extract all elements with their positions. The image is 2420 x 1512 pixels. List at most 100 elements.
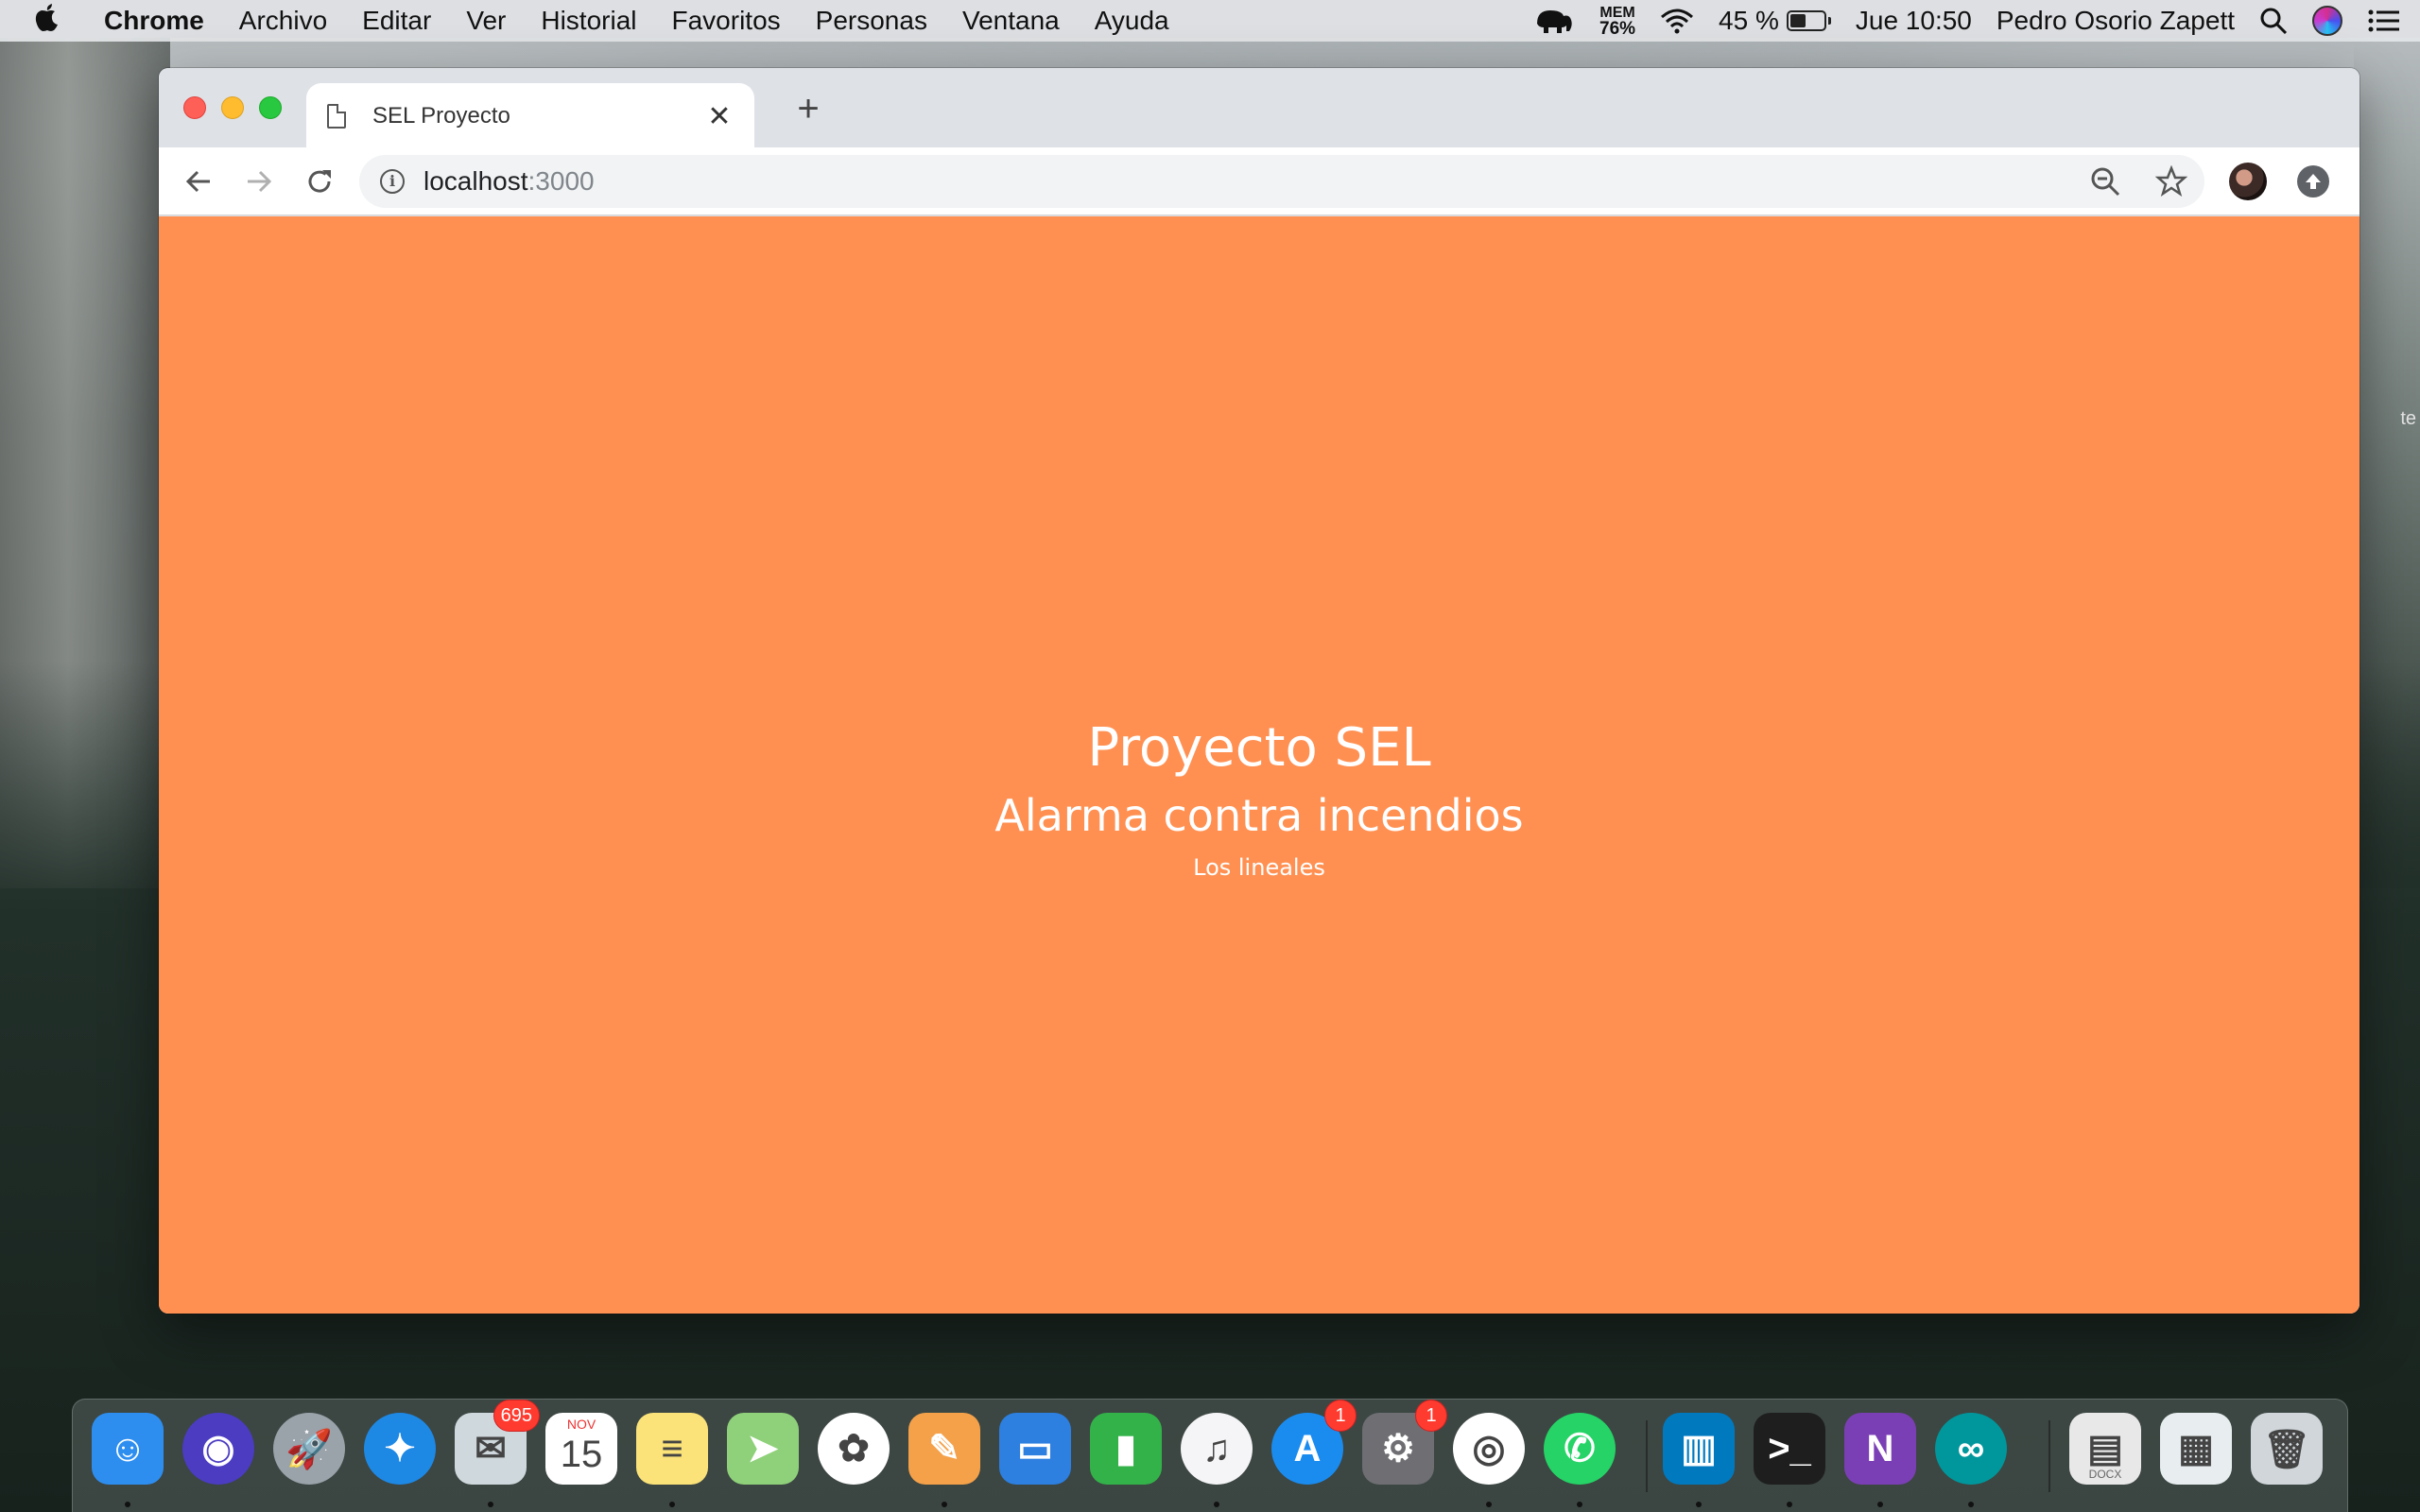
dock-app-calendar[interactable]: 15 NOV	[545, 1413, 617, 1485]
dock-app-siri[interactable]: ◉	[182, 1413, 254, 1485]
dock-app-maps[interactable]: ➤	[727, 1413, 799, 1485]
battery-indicator[interactable]: 45 %	[1719, 6, 1831, 36]
menu-historial[interactable]: Historial	[541, 6, 636, 36]
arduino-icon: ∞	[1957, 1427, 1985, 1469]
fullscreen-window-button[interactable]	[259, 96, 282, 119]
minimize-window-button[interactable]	[221, 96, 244, 119]
arduino-sketch-icon: ▦	[2178, 1428, 2214, 1469]
page-title: Proyecto SEL	[1087, 717, 1431, 779]
photos-icon: ✿	[838, 1428, 870, 1469]
user-name[interactable]: Pedro Osorio Zapett	[1996, 6, 2235, 36]
site-info-icon[interactable]: i	[380, 168, 405, 194]
reload-button[interactable]	[299, 161, 340, 202]
page-subtitle: Alarma contra incendios	[994, 790, 1524, 841]
tab-title: SEL Proyecto	[372, 103, 510, 129]
elephant-icon[interactable]	[1533, 7, 1575, 35]
calendar-month-label: NOV	[566, 1417, 596, 1432]
clock[interactable]: Jue 10:50	[1856, 6, 1972, 36]
running-indicator	[125, 1502, 130, 1507]
tab-sel-proyecto[interactable]: SEL Proyecto ✕	[306, 83, 754, 149]
dock-app-notes[interactable]: ≡	[636, 1413, 708, 1485]
trello-icon: ▥	[1681, 1428, 1717, 1469]
itunes-icon: ♫	[1202, 1427, 1231, 1469]
menu-favoritos[interactable]: Favoritos	[672, 6, 781, 36]
running-indicator	[1696, 1502, 1702, 1507]
browser-toolbar: i localhost:3000	[159, 147, 2360, 215]
team-name: Los lineales	[1193, 854, 1325, 881]
bookmark-star-icon[interactable]	[2155, 164, 2187, 198]
menu-ventana[interactable]: Ventana	[962, 6, 1060, 36]
dock-app-onenote[interactable]: N	[1844, 1413, 1916, 1485]
address-bar[interactable]: i localhost:3000	[359, 154, 2204, 208]
finder-icon: ☺	[108, 1427, 147, 1469]
close-window-button[interactable]	[183, 96, 206, 119]
dock-app-docx-file[interactable]: ▤ DOCX	[2069, 1413, 2141, 1485]
back-button[interactable]	[178, 161, 219, 202]
running-indicator	[1486, 1502, 1492, 1507]
siri-icon: ◉	[201, 1428, 235, 1469]
tab-strip: SEL Proyecto ✕ +	[159, 68, 2360, 149]
dock-app-terminal[interactable]: >_	[1754, 1413, 1825, 1485]
running-indicator	[1968, 1502, 1974, 1507]
memory-value: 76%	[1599, 19, 1636, 39]
running-indicator	[488, 1502, 493, 1507]
dock-app-keynote[interactable]: ▭	[999, 1413, 1071, 1485]
wifi-icon[interactable]	[1660, 8, 1694, 34]
dock-app-app-store[interactable]: A1	[1271, 1400, 1357, 1485]
menu-personas[interactable]: Personas	[816, 6, 927, 36]
dock-app-trello[interactable]: ▥	[1663, 1413, 1735, 1485]
battery-percent: 45 %	[1719, 6, 1779, 35]
new-tab-button[interactable]: +	[785, 85, 832, 132]
numbers-icon: ▮	[1115, 1428, 1136, 1469]
dock-badge: 1	[1324, 1400, 1357, 1432]
dock-separator	[2048, 1420, 2050, 1492]
dock-app-pages[interactable]: ✎	[908, 1413, 980, 1485]
notification-center-icon[interactable]	[2367, 8, 2401, 34]
dock-app-finder[interactable]: ☺	[92, 1413, 164, 1485]
forward-button[interactable]	[238, 161, 280, 202]
spotlight-search-icon[interactable]	[2259, 7, 2288, 35]
profile-avatar[interactable]	[2229, 162, 2267, 200]
dock-app-whatsapp[interactable]: ✆	[1544, 1413, 1616, 1485]
whatsapp-icon: ✆	[1564, 1428, 1596, 1469]
dock-app-mail[interactable]: ✉ 695	[455, 1400, 540, 1485]
update-arrow-icon[interactable]	[2297, 164, 2329, 198]
dock-app-photos[interactable]: ✿	[818, 1413, 890, 1485]
terminal-icon: >_	[1768, 1427, 1811, 1469]
app-menu[interactable]: Chrome	[104, 6, 204, 36]
menu-ver[interactable]: Ver	[466, 6, 506, 36]
page-icon	[327, 104, 346, 129]
zoom-out-icon[interactable]	[2089, 165, 2121, 198]
notes-icon: ≡	[661, 1427, 683, 1469]
battery-icon	[1786, 10, 1826, 31]
apple-menu-icon[interactable]	[34, 2, 83, 40]
menu-ayuda[interactable]: Ayuda	[1095, 6, 1169, 36]
dock-app-arduino-sketch[interactable]: ▦	[2160, 1413, 2232, 1485]
arrow-left-icon	[185, 170, 210, 192]
dock-app-safari[interactable]: ✦	[364, 1413, 436, 1485]
dock-app-numbers[interactable]: ▮	[1090, 1413, 1162, 1485]
dock-app-trash[interactable]: 🗑	[2251, 1413, 2323, 1485]
dock-app-system-preferences[interactable]: ⚙ 1	[1362, 1400, 1447, 1485]
dock-badge: 695	[493, 1400, 540, 1432]
url-host: localhost	[424, 165, 528, 196]
keynote-icon: ▭	[1017, 1428, 1053, 1469]
onenote-icon: N	[1866, 1427, 1894, 1469]
dock-app-launchpad[interactable]: 🚀	[273, 1413, 345, 1485]
dock: ☺ ◉ 🚀 ✦ ✉ 695 15 NOV ≡ ➤ ✿ ✎ ▭ ▮ ♫ A 1 ⚙ 1 ◎ ✆ ▥ >_ N ∞ ▤ DOCX ▦ 🗑	[72, 1399, 2348, 1512]
menu-archivo[interactable]: Archivo	[239, 6, 327, 36]
safari-icon: ✦	[384, 1428, 416, 1469]
maps-icon: ➤	[747, 1428, 779, 1469]
dock-app-itunes[interactable]: ♫	[1181, 1413, 1253, 1485]
siri-icon[interactable]	[2312, 6, 2342, 36]
dock-app-arduino[interactable]: ∞	[1935, 1413, 2007, 1485]
menu-bar: Chrome Archivo Editar Ver Historial Favo…	[0, 0, 2420, 42]
tab-close-icon[interactable]: ✕	[705, 100, 734, 133]
dock-app-chrome[interactable]: ◎	[1453, 1413, 1525, 1485]
page-content: Proyecto SEL Alarma contra incendios Los…	[159, 216, 2360, 1314]
dock-badge: 1	[1415, 1400, 1447, 1432]
calendar-icon: 15	[560, 1433, 603, 1475]
menu-editar[interactable]: Editar	[362, 6, 431, 36]
memory-indicator[interactable]: MEM 76%	[1599, 5, 1636, 39]
dock-separator	[1646, 1420, 1648, 1492]
